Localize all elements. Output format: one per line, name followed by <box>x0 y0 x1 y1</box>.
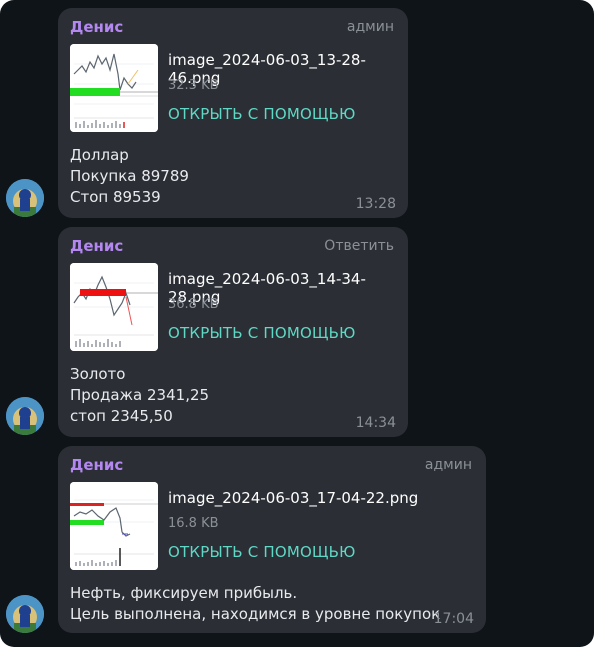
open-with-button[interactable]: ОТКРЫТЬ С ПОМОЩЬЮ <box>168 543 356 561</box>
open-with-button[interactable]: ОТКРЫТЬ С ПОМОЩЬЮ <box>168 105 356 123</box>
avatar[interactable] <box>6 179 44 217</box>
image-thumbnail[interactable] <box>70 44 158 132</box>
file-size: 16.8 KB <box>168 516 219 531</box>
message-line: стоп 2345,50 <box>70 407 173 425</box>
message-bubble: Денис админ image_2024-06-03_17-04-22.pn… <box>58 446 486 633</box>
message-text: Нефть, фиксируем прибыль. Цель выполнена… <box>70 583 440 625</box>
message-bubble: Денис Ответить image_2024-06-03_14-34-28… <box>58 227 408 437</box>
reply-button[interactable]: Ответить <box>324 238 394 254</box>
file-size: 36.8 KB <box>168 297 219 312</box>
sender-name[interactable]: Денис <box>70 237 123 255</box>
message-time: 17:04 <box>433 611 474 627</box>
message-line: Стоп 89539 <box>70 188 161 206</box>
message-line: Нефть, фиксируем прибыль. <box>70 584 298 602</box>
open-with-button[interactable]: ОТКРЫТЬ С ПОМОЩЬЮ <box>168 324 356 342</box>
avatar[interactable] <box>6 397 44 435</box>
message-time: 13:28 <box>355 196 396 212</box>
message-line: Цель выполнена, находимся в уровне покуп… <box>70 605 441 623</box>
message-line: Покупка 89789 <box>70 167 189 185</box>
message-line: Золото <box>70 365 126 383</box>
message-line: Доллар <box>70 146 129 164</box>
file-size: 32.3 KB <box>168 78 219 93</box>
message-line: Продажа 2341,25 <box>70 386 210 404</box>
admin-badge: админ <box>346 19 394 35</box>
file-name[interactable]: image_2024-06-03_17-04-22.png <box>168 489 418 507</box>
chat-window: Денис админ image_2024-06-03_13-28-46.pn… <box>0 0 594 647</box>
message-text: Золото Продажа 2341,25 стоп 2345,50 <box>70 364 209 427</box>
message-time: 14:34 <box>355 415 396 431</box>
message-text: Доллар Покупка 89789 Стоп 89539 <box>70 145 189 208</box>
sender-name[interactable]: Денис <box>70 456 123 474</box>
avatar[interactable] <box>6 595 44 633</box>
image-thumbnail[interactable] <box>70 482 158 570</box>
image-thumbnail[interactable] <box>70 263 158 351</box>
admin-badge: админ <box>424 457 472 473</box>
message-bubble: Денис админ image_2024-06-03_13-28-46.pn… <box>58 8 408 218</box>
sender-name[interactable]: Денис <box>70 18 123 36</box>
